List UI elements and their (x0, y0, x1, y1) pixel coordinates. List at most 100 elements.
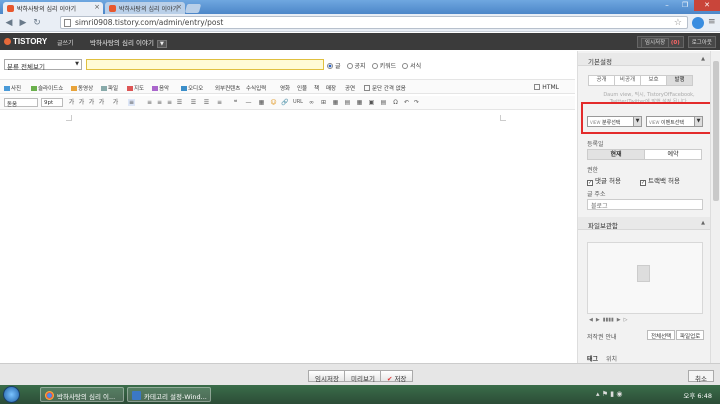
save-button[interactable]: ✔ 저장 (380, 370, 414, 383)
insert-photo-button[interactable]: 사진 (4, 84, 21, 92)
browser-tab-active[interactable]: 박하사탕의 심리 이야기 × (3, 2, 103, 14)
tistory-logo[interactable]: TISTORY (4, 37, 47, 46)
taskbar-item-chrome[interactable]: 박하사탕의 심리 이... (40, 387, 124, 402)
insert-map-button[interactable]: 지도 (127, 84, 144, 92)
last-page-icon[interactable]: ▷ (624, 317, 628, 323)
table-row-icon[interactable]: ▦ (332, 99, 339, 106)
insert-file-button[interactable]: 파일 (101, 84, 118, 92)
allow-trackbacks-checkbox[interactable]: ✓ 트랙백 허용 (640, 175, 680, 186)
divider-icon[interactable]: — (245, 99, 252, 106)
table-icon[interactable]: ⊞ (320, 99, 327, 106)
basic-settings-header[interactable]: 기본설정 ▲ (578, 53, 711, 66)
tab-close-icon[interactable]: × (176, 3, 182, 11)
insert-audio-button[interactable]: 오디오 (181, 84, 203, 92)
quote-icon[interactable]: ❝ (232, 99, 239, 106)
scrollbar-thumb[interactable] (713, 61, 719, 201)
visibility-public[interactable]: 공개 (588, 75, 615, 86)
visibility-publish[interactable]: 발행 (666, 75, 693, 86)
bold-icon[interactable]: 가 (68, 99, 75, 106)
visibility-protected[interactable]: 보호 (640, 75, 667, 86)
table-col-icon[interactable]: ▤ (344, 99, 351, 106)
text-color-icon[interactable]: 가 (112, 99, 119, 106)
new-tab-button[interactable] (184, 4, 202, 13)
post-editor[interactable] (0, 110, 575, 363)
select-all-button[interactable]: 전체선택 (647, 330, 676, 340)
post-title-input[interactable] (86, 59, 324, 70)
next-page-icon[interactable]: ▶ (617, 317, 621, 323)
box-icon[interactable]: ▦ (258, 99, 265, 106)
paragraph-spacing-option[interactable]: 문단 간격 없음 (364, 84, 406, 92)
insert-movie-button[interactable]: 영화 (280, 84, 290, 92)
tags-tab[interactable]: 태그 (587, 354, 598, 363)
insert-external-content-button[interactable]: 외부컨텐츠 (215, 84, 240, 92)
extension-icon[interactable] (692, 17, 704, 29)
italic-icon[interactable]: 가 (78, 99, 85, 106)
date-reserve-button[interactable]: 예약 (644, 149, 702, 160)
back-arrow-icon[interactable]: ◀ (4, 18, 14, 28)
forward-arrow-icon[interactable]: ▶ (18, 18, 28, 28)
redo-icon[interactable]: ↷ (413, 99, 420, 106)
minimize-button[interactable]: – (658, 0, 676, 11)
sidebar-scrollbar[interactable] (710, 51, 720, 363)
blog-selector[interactable]: 박하사탕의 심리 이야기 ▼ (90, 37, 167, 48)
insert-performance-button[interactable]: 공연 (345, 84, 355, 92)
logout-button[interactable]: 로그아웃 (687, 36, 716, 48)
browser-tab[interactable]: 박하사탕의 심리 이야기 × (105, 2, 185, 14)
insert-person-button[interactable]: 인물 (297, 84, 307, 92)
bullet-list-icon[interactable]: ☰ (190, 99, 197, 106)
tray-icons[interactable]: ▴ ⚑ ▮ ◉ (596, 390, 622, 398)
align-right-icon[interactable]: ≡ (166, 99, 173, 106)
post-type-radio-keyword[interactable]: 키워드 (371, 61, 396, 70)
align-justify-icon[interactable]: ☰ (176, 99, 183, 106)
insert-formula-button[interactable]: 수식입력 (246, 84, 266, 92)
start-button[interactable] (3, 386, 20, 403)
html-mode-checkbox[interactable]: HTML (534, 84, 559, 91)
view-category-select[interactable]: VIEW 분류선택 ▼ (587, 116, 642, 127)
link-icon[interactable]: 🔗 (281, 99, 288, 106)
table-split-icon[interactable]: ▣ (368, 99, 375, 106)
post-type-radio-template[interactable]: 서식 (402, 61, 421, 70)
table-merge-icon[interactable]: ▦ (356, 99, 363, 106)
temp-save-button[interactable]: 임시저장 (308, 370, 346, 383)
preview-button[interactable]: 미리보기 (344, 370, 382, 383)
window-close-button[interactable]: ✕ (694, 0, 720, 11)
emoticon-icon[interactable]: ☺ (270, 99, 277, 106)
allow-comments-checkbox[interactable]: ✓ 댓글 허용 (587, 175, 621, 186)
post-type-radio-post[interactable]: 글 (327, 61, 341, 70)
insert-slideshow-button[interactable]: 슬라이드쇼 (31, 84, 63, 92)
visibility-private[interactable]: 비공개 (614, 75, 641, 86)
insert-store-button[interactable]: 매장 (326, 84, 336, 92)
undo-icon[interactable]: ↶ (403, 99, 410, 106)
address-bar[interactable]: simri0908.tistory.com/admin/entry/post ☆ (60, 16, 688, 29)
font-family-select[interactable]: 돋움 (4, 98, 38, 108)
insert-book-button[interactable]: 책 (314, 84, 319, 92)
align-left-icon[interactable]: ≡ (146, 99, 153, 106)
strikethrough-icon[interactable]: 가 (98, 99, 105, 106)
tab-close-icon[interactable]: × (94, 3, 100, 11)
line-height-icon[interactable]: ≡ (216, 99, 223, 106)
date-now-button[interactable]: 현재 (587, 149, 645, 160)
location-tab[interactable]: 위치 (606, 354, 617, 363)
table-style-icon[interactable]: ▤ (380, 99, 387, 106)
maximize-button[interactable]: ❐ (676, 0, 694, 11)
reload-icon[interactable]: ↻ (32, 18, 42, 28)
font-size-select[interactable]: 9pt (41, 98, 63, 107)
insert-video-button[interactable]: 동영상 (71, 84, 93, 92)
browser-menu-icon[interactable]: ≡ (708, 18, 717, 27)
post-type-radio-notice[interactable]: 공지 (346, 61, 366, 70)
numbered-list-icon[interactable]: ☰ (203, 99, 210, 106)
view-event-select[interactable]: VIEW 이벤트선택 ▼ (646, 116, 703, 127)
taskbar-item-window[interactable]: 카테고리 설정-Wind... (127, 387, 211, 402)
taskbar-clock[interactable]: 오후 6:48 (683, 390, 712, 400)
slug-input[interactable]: 블로그 (587, 199, 703, 210)
url-icon[interactable]: URL (292, 99, 304, 106)
file-storage-header[interactable]: 파일보관함 ▲ (578, 217, 711, 230)
underline-icon[interactable]: 가 (88, 99, 95, 106)
bookmark-star-icon[interactable]: ☆ (674, 17, 682, 29)
temp-saved-button[interactable]: 임시저장 (0) (636, 36, 684, 48)
align-center-icon[interactable]: ≡ (156, 99, 163, 106)
file-upload-button[interactable]: 파일업로 (676, 330, 705, 340)
category-select[interactable]: 분류 전체보기 ▼ (4, 59, 82, 71)
cancel-button[interactable]: 취소 (688, 370, 714, 383)
first-page-icon[interactable]: ◀ (589, 317, 593, 323)
